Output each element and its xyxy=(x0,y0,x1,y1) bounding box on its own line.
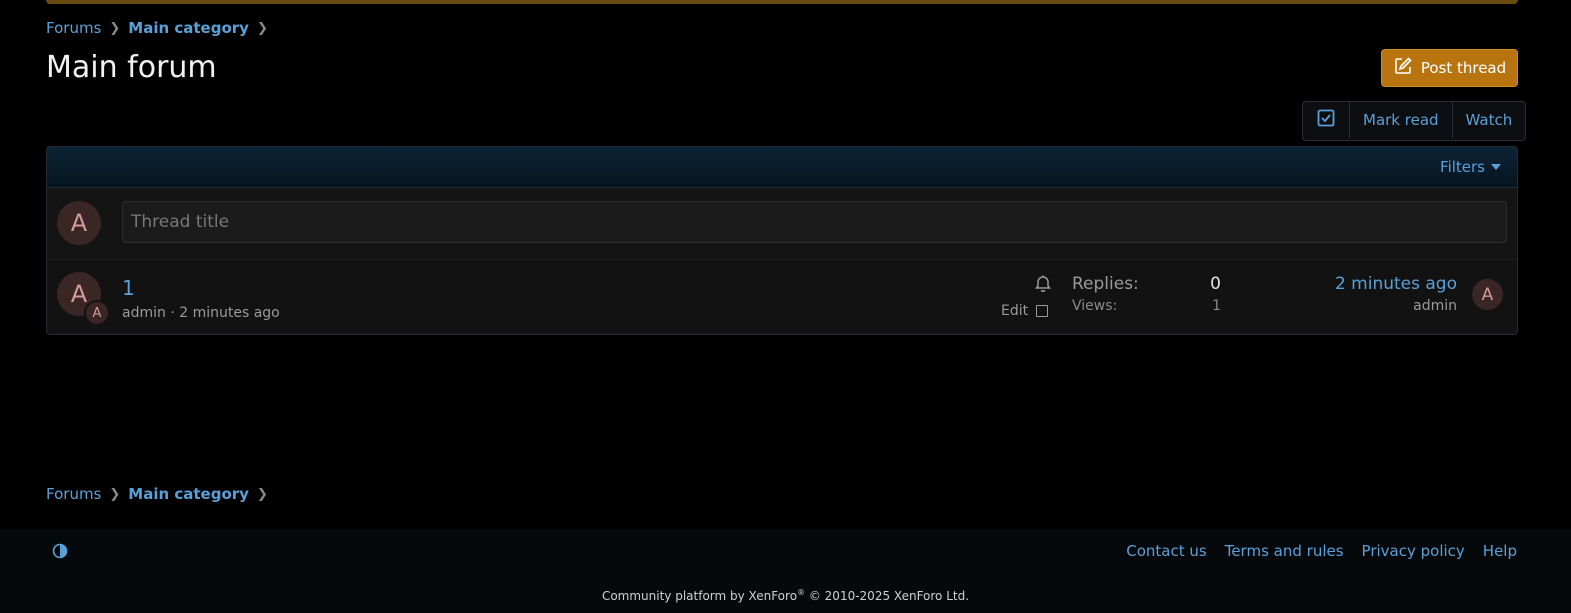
forum-actions: Mark read Watch xyxy=(1302,101,1527,141)
footer-link-help[interactable]: Help xyxy=(1483,542,1517,560)
views-label: Views: xyxy=(1072,298,1118,314)
last-post-time[interactable]: 2 minutes ago xyxy=(1335,274,1457,294)
thread-title-input[interactable] xyxy=(122,201,1507,243)
page-title: Main forum xyxy=(46,50,217,85)
chevron-right-icon: ❯ xyxy=(109,20,121,36)
thread-meta: admin · 2 minutes ago xyxy=(122,305,280,321)
footer-link-terms[interactable]: Terms and rules xyxy=(1225,542,1344,560)
thread-list-panel: Filters A A A 1 admin · 2 minutes ago Ed… xyxy=(46,146,1518,335)
caret-down-icon xyxy=(1491,164,1501,170)
chevron-right-icon: ❯ xyxy=(256,20,268,36)
chevron-right-icon: ❯ xyxy=(256,486,268,502)
post-thread-label: Post thread xyxy=(1420,59,1507,77)
last-post: 2 minutes ago admin xyxy=(1335,274,1457,314)
breadcrumb-main-category[interactable]: Main category xyxy=(128,485,249,503)
meta-separator: · xyxy=(165,305,180,321)
edit-select[interactable]: Edit xyxy=(1001,303,1049,319)
mark-read-button[interactable]: Mark read xyxy=(1350,102,1453,138)
registered-mark: ® xyxy=(797,588,806,597)
last-post-user[interactable]: admin xyxy=(1335,298,1457,314)
thread-author[interactable]: admin xyxy=(122,305,166,321)
avatar[interactable]: A xyxy=(1472,279,1503,310)
thread-start-time[interactable]: 2 minutes ago xyxy=(179,305,280,321)
breadcrumb-forums[interactable]: Forums xyxy=(46,485,101,503)
replies-label: Replies: xyxy=(1072,274,1139,294)
select-checkbox[interactable] xyxy=(1036,305,1049,317)
select-threads-button[interactable] xyxy=(1303,102,1350,138)
watch-button[interactable]: Watch xyxy=(1453,102,1526,138)
thread-title-link[interactable]: 1 xyxy=(122,276,135,300)
copyright-suffix: © 2010-2025 XenForo Ltd. xyxy=(805,589,970,603)
footer-links: Contact us Terms and rules Privacy polic… xyxy=(1126,542,1517,560)
last-poster-mini-avatar[interactable]: A xyxy=(84,300,110,326)
copyright: Community platform by XenForo® © 2010-20… xyxy=(0,588,1571,603)
breadcrumb-main-category[interactable]: Main category xyxy=(128,19,249,37)
filters-label: Filters xyxy=(1440,158,1485,176)
views-count: 1 xyxy=(1212,298,1221,314)
breadcrumb-forums[interactable]: Forums xyxy=(46,19,101,37)
checkbox-icon xyxy=(1317,109,1335,131)
avatar: A xyxy=(57,201,101,245)
footer-link-contact[interactable]: Contact us xyxy=(1126,542,1206,560)
table-row: A A 1 admin · 2 minutes ago Edit Replies… xyxy=(47,260,1517,334)
edit-label: Edit xyxy=(1001,303,1029,319)
post-thread-button[interactable]: Post thread xyxy=(1381,49,1518,87)
top-accent-bar xyxy=(46,0,1518,4)
edit-icon xyxy=(1393,56,1413,80)
chevron-right-icon: ❯ xyxy=(109,486,121,502)
breadcrumb: Forums ❯ Main category ❯ xyxy=(46,19,276,37)
thread-list-header: Filters xyxy=(47,147,1517,188)
copyright-link[interactable]: Community platform by XenForo xyxy=(602,589,797,603)
replies-count: 0 xyxy=(1210,274,1221,294)
footer: Contact us Terms and rules Privacy polic… xyxy=(0,529,1571,613)
thread-stats: Replies: 0 Views: 1 xyxy=(1072,274,1221,314)
footer-link-privacy[interactable]: Privacy policy xyxy=(1362,542,1465,560)
filters-button[interactable]: Filters xyxy=(1440,158,1501,176)
bell-icon[interactable] xyxy=(1035,274,1051,296)
quick-thread-row: A xyxy=(47,188,1517,260)
breadcrumb: Forums ❯ Main category ❯ xyxy=(46,485,276,503)
contrast-icon[interactable] xyxy=(52,543,68,563)
